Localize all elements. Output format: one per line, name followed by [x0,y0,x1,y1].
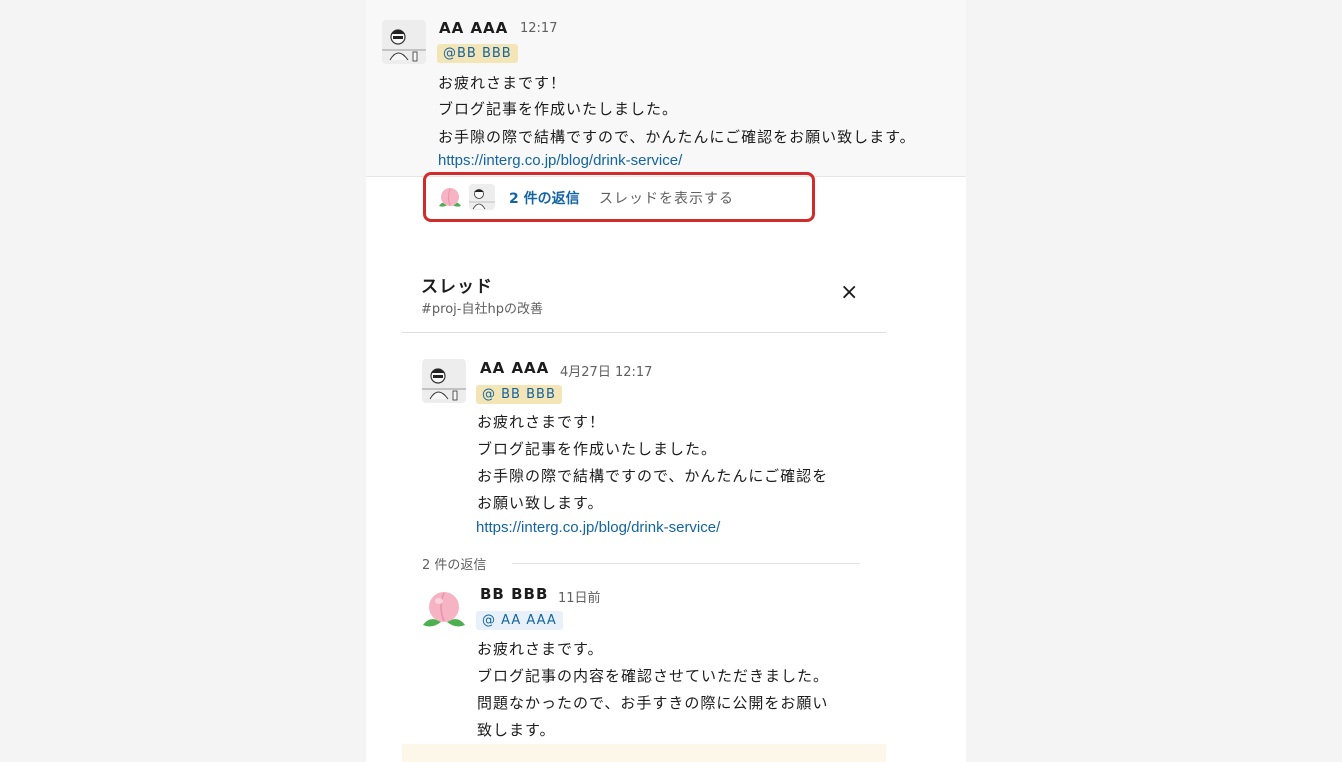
message-author[interactable]: AA AAA [439,19,508,37]
message-line-2: ブログ記事を作成いたしました。 [438,100,679,118]
reply-line-3: 問題なかったので、お手すきの際に公開をお願い [477,694,829,712]
avatar-bb-bbb[interactable] [422,587,466,631]
thread-channel-name[interactable]: #proj-自社hpの改善 [421,298,543,317]
reply-line-1: お疲れさまです。 [477,640,604,658]
message-time[interactable]: 12:17 [520,21,557,36]
avatar-aa-aaa[interactable] [422,359,466,403]
replies-divider [512,563,860,564]
parent-line-4: お願い致します。 [477,494,604,512]
thread-panel-title: スレッド [421,277,493,297]
reply-author[interactable]: BB BBB [480,585,548,603]
person-sketch-avatar-icon [422,359,466,403]
mention-bb-bbb[interactable]: @BB BBB [437,44,518,63]
parent-line-3: お手隙の際で結構ですので、かんたんにご確認を [477,467,829,485]
parent-line-2: ブログ記事を作成いたしました。 [477,440,718,458]
reply-input-strip[interactable] [402,744,886,762]
reply-line-4: 致します。 [477,721,556,739]
close-icon[interactable]: × [840,282,858,304]
thread-panel: スレッド #proj-自社hpの改善 × AA AAA 4月27日 12:17 … [366,222,966,762]
parent-line-1: お疲れさまです！ [477,413,606,431]
reply-mention[interactable]: @ AA AAA [476,611,563,630]
reply-time[interactable]: 11日前 [558,587,601,606]
message-link[interactable]: https://interg.co.jp/blog/drink-service/ [438,152,682,169]
person-sketch-avatar-icon [382,20,426,64]
peach-icon [422,587,466,631]
parent-time[interactable]: 4月27日 12:17 [560,361,652,380]
message-line-3: お手隙の際で結構ですので、かんたんにご確認をお願い致します。 [438,128,916,146]
panel-header-divider [402,332,886,333]
message-line-1: お疲れさまです！ [438,74,567,92]
parent-mention[interactable]: @ BB BBB [476,385,562,404]
parent-link[interactable]: https://interg.co.jp/blog/drink-service/ [476,519,720,536]
highlight-box [423,172,815,222]
reply-line-2: ブログ記事の内容を確認させていただきました。 [477,667,830,685]
avatar-aa-aaa[interactable] [382,20,426,64]
parent-author[interactable]: AA AAA [480,359,549,377]
replies-count-label: 2 件の返信 [422,558,487,573]
